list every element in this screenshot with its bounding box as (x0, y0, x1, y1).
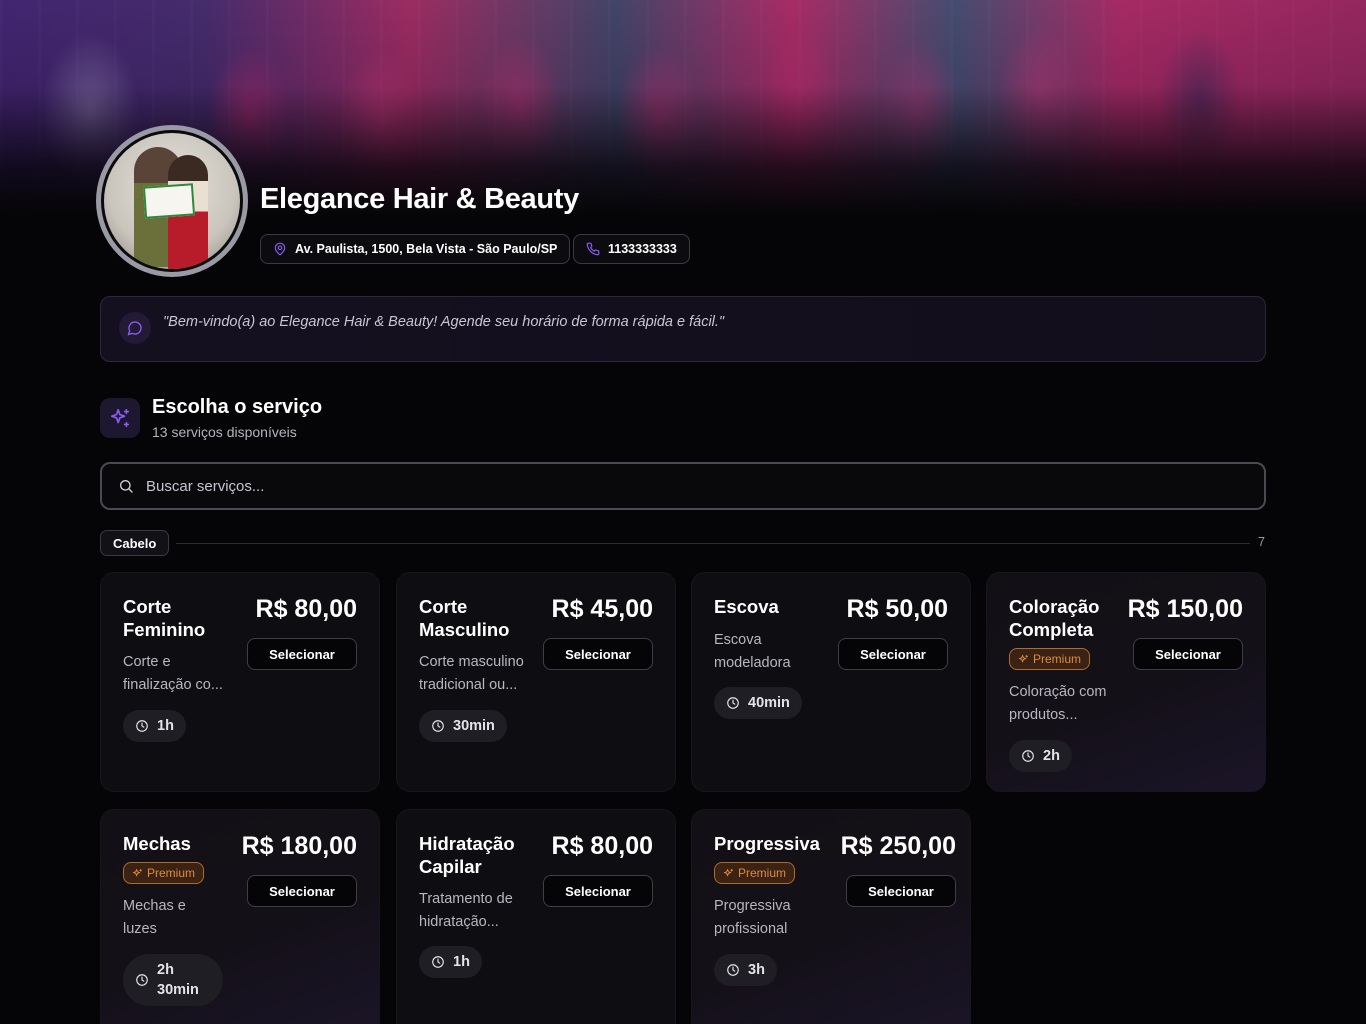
select-button[interactable]: Selecionar (543, 638, 653, 670)
duration-text: 1h (157, 718, 174, 734)
service-description: Escova modeladora (714, 632, 791, 671)
section-title: Escolha o serviço (152, 396, 323, 418)
duration-text: 3h (748, 962, 765, 978)
service-card[interactable]: Mechas R$ 180,00 Selecionar Premium Mech… (100, 809, 380, 1024)
premium-badge: Premium (123, 862, 205, 884)
service-description: Tratamento de hidratação... (419, 891, 513, 930)
clock-icon (432, 956, 444, 968)
search-input[interactable] (146, 477, 1264, 495)
duration-badge: 40min (714, 687, 802, 719)
duration-badge: 3h (714, 954, 777, 986)
service-card[interactable]: Coloração Completa R$ 150,00 Selecionar … (986, 572, 1266, 792)
service-name: Mechas (123, 833, 191, 854)
service-card[interactable]: Escova R$ 50,00 Selecionar Escova modela… (691, 572, 971, 792)
premium-badge-label: Premium (738, 866, 787, 880)
service-card[interactable]: Hidratação Capilar R$ 80,00 Selecionar T… (396, 809, 676, 1024)
select-button[interactable]: Selecionar (846, 875, 956, 907)
service-price: R$ 50,00 (846, 595, 948, 623)
address-text: Av. Paulista, 1500, Bela Vista - São Pau… (295, 242, 558, 256)
service-price: R$ 80,00 (255, 595, 357, 623)
service-name: Corte Feminino (123, 596, 206, 640)
service-price: R$ 180,00 (241, 832, 357, 860)
clock-icon (727, 697, 739, 709)
search-bar[interactable] (100, 462, 1266, 510)
service-description: Corte masculino tradicional ou... (419, 654, 524, 693)
premium-badge: Premium (714, 862, 796, 884)
select-button[interactable]: Selecionar (1133, 638, 1243, 670)
duration-text: 40min (748, 695, 790, 711)
search-icon (120, 480, 133, 493)
duration-badge: 30min (419, 710, 507, 742)
duration-badge: 1h (123, 710, 186, 742)
premium-badge: Premium (1009, 648, 1091, 670)
service-name: Hidratação Capilar (419, 833, 515, 877)
premium-badge-label: Premium (147, 866, 196, 880)
sparkles-icon (132, 868, 143, 876)
service-description: Coloração com produtos... (1009, 684, 1107, 723)
service-description: Progressiva profissional (714, 898, 791, 937)
duration-text: 2h 30min (157, 962, 199, 998)
duration-text: 30min (453, 718, 495, 734)
salon-avatar (96, 125, 248, 277)
duration-badge: 1h (419, 946, 482, 978)
message-circle-icon (127, 321, 142, 336)
premium-badge-label: Premium (1033, 652, 1082, 666)
category-tag: Cabelo (100, 530, 170, 556)
welcome-icon-wrap (119, 312, 151, 344)
service-name: Coloração Completa (1009, 596, 1100, 640)
sparkles-icon (723, 868, 734, 876)
clock-icon (136, 720, 148, 732)
category-count: 7 (1258, 535, 1265, 549)
duration-badge: 2h (1009, 740, 1072, 772)
sparkles-icon (1018, 654, 1029, 662)
map-pin-icon (274, 242, 286, 256)
service-price: R$ 80,00 (551, 832, 653, 860)
avatar-photo (104, 133, 240, 269)
service-description: Mechas e luzes (123, 898, 186, 937)
service-name: Corte Masculino (419, 596, 510, 640)
clock-icon (1022, 750, 1034, 762)
service-description: Corte e finalização co... (123, 654, 223, 693)
avatar-certificate (142, 183, 196, 219)
select-button[interactable]: Selecionar (247, 638, 357, 670)
clock-icon (136, 974, 148, 986)
duration-badge: 2h 30min (123, 954, 223, 1006)
duration-text: 1h (453, 954, 470, 970)
service-price: R$ 250,00 (840, 832, 956, 860)
welcome-message: "Bem-vindo(a) ao Elegance Hair & Beauty!… (163, 314, 725, 330)
select-button[interactable]: Selecionar (838, 638, 948, 670)
category-divider (176, 543, 1250, 544)
phone-icon (586, 242, 600, 256)
salon-name: Elegance Hair & Beauty (260, 183, 579, 215)
duration-text: 2h (1043, 748, 1060, 764)
service-price: R$ 45,00 (551, 595, 653, 623)
select-button[interactable]: Selecionar (543, 875, 653, 907)
address-pill[interactable]: Av. Paulista, 1500, Bela Vista - São Pau… (260, 234, 571, 264)
sparkles-icon (110, 408, 130, 428)
service-card[interactable]: Corte Feminino R$ 80,00 Selecionar Corte… (100, 572, 380, 792)
service-card[interactable]: Corte Masculino R$ 45,00 Selecionar Cort… (396, 572, 676, 792)
phone-text: 1133333333 (608, 242, 677, 256)
welcome-banner: "Bem-vindo(a) ao Elegance Hair & Beauty!… (100, 296, 1266, 362)
service-name: Escova (714, 596, 779, 617)
clock-icon (432, 720, 444, 732)
select-button[interactable]: Selecionar (247, 875, 357, 907)
service-price: R$ 150,00 (1127, 595, 1243, 623)
service-name: Progressiva (714, 833, 820, 854)
phone-pill[interactable]: 1133333333 (573, 234, 690, 264)
section-subtitle: 13 serviços disponíveis (152, 424, 297, 440)
clock-icon (727, 964, 739, 976)
service-card[interactable]: Progressiva R$ 250,00 Selecionar Premium… (691, 809, 971, 1024)
section-icon-wrap (100, 398, 140, 438)
